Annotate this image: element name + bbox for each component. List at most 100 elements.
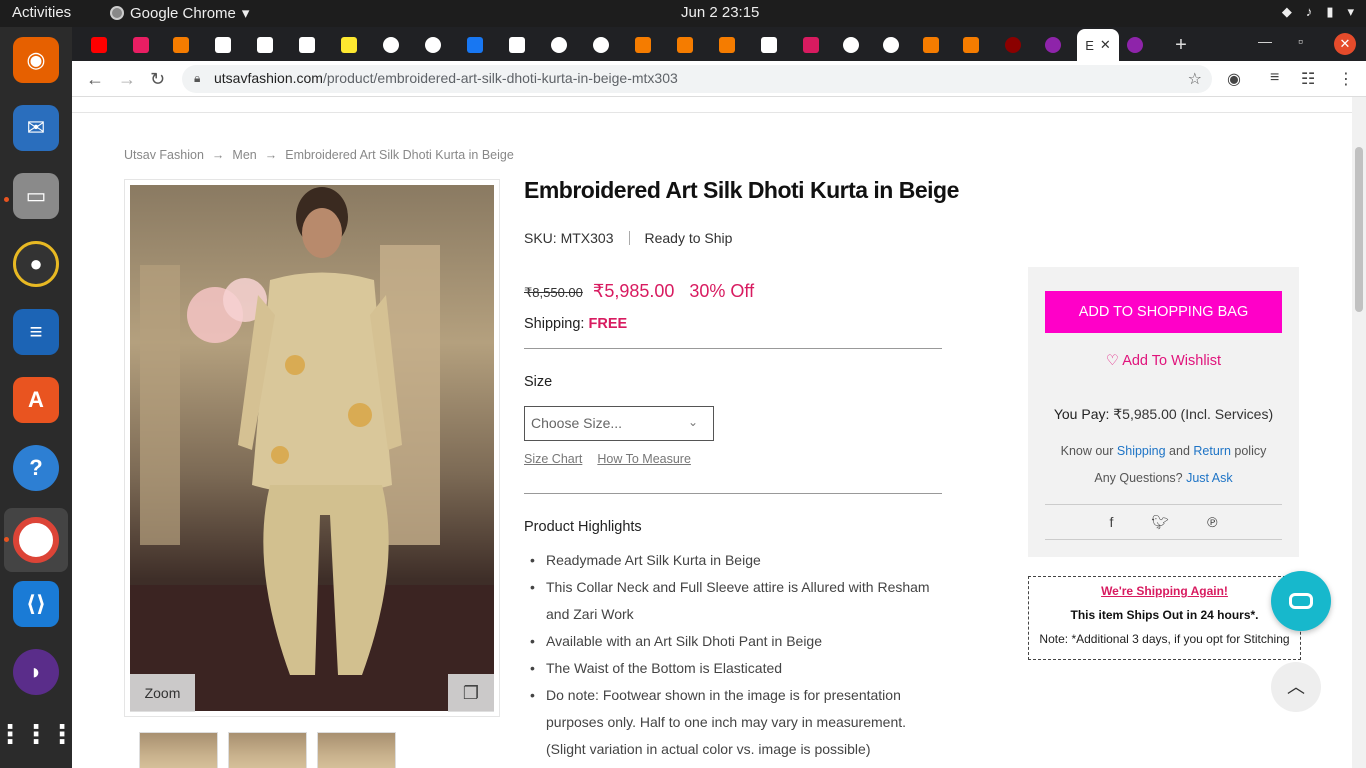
how-to-measure-link[interactable]: How To Measure (597, 452, 691, 466)
gallery-cards-icon[interactable]: ❐ (448, 674, 494, 712)
back-icon[interactable]: ← (86, 69, 104, 90)
breadcrumb-men[interactable]: Men (232, 148, 256, 162)
tab-amazon-1[interactable] (206, 33, 240, 57)
product-title: Embroidered Art Silk Dhoti Kurta in Beig… (524, 177, 959, 203)
minimize-icon[interactable]: — (1258, 33, 1272, 49)
tab-amazon-2[interactable] (248, 33, 282, 57)
wishlist-link[interactable]: ♡ Add To Wishlist (1028, 353, 1299, 369)
highlights-title: Product Highlights (524, 519, 642, 535)
tab-utsav-3[interactable] (668, 33, 702, 57)
help-icon[interactable]: ? (13, 445, 59, 491)
google-icon (843, 37, 859, 53)
software-center-icon[interactable]: A (13, 377, 59, 423)
return-link[interactable]: Return (1193, 444, 1231, 458)
shipping-note: Note: *Additional 3 days, if you opt for… (1039, 632, 1290, 646)
thumbnail-3[interactable] (317, 732, 396, 768)
profile-icon[interactable]: ◉ (1227, 69, 1241, 89)
media-icon[interactable]: ≡ (1270, 69, 1279, 87)
add-to-bag-button[interactable]: ADD TO SHOPPING BAG (1045, 291, 1282, 333)
facebook-icon (467, 37, 483, 53)
tab-utsav-4[interactable] (710, 33, 744, 57)
breadcrumb-home[interactable]: Utsav Fashion (124, 148, 204, 162)
policy-text: Know our (1060, 444, 1114, 458)
system-tray[interactable]: ◆ ♪ ▮ ▾ (1282, 4, 1354, 20)
bookmark-star-icon[interactable]: ☆ (1188, 69, 1202, 89)
tab-google-2[interactable] (416, 33, 450, 57)
firefox-icon[interactable]: ◉ (13, 37, 59, 83)
breadcrumb-separator: → (264, 148, 278, 162)
maximize-icon[interactable]: ▫ (1298, 33, 1303, 49)
rhythmbox-icon[interactable]: ● (13, 241, 59, 287)
tab-google-4[interactable] (584, 33, 618, 57)
address-bar[interactable]: 🔒︎ utsavfashion.com/product/embroidered-… (182, 65, 1212, 93)
tab-utsav-5[interactable] (914, 33, 948, 57)
chat-button[interactable] (1271, 571, 1331, 631)
files-icon[interactable]: ▭ (13, 173, 59, 219)
activities-button[interactable]: Activities (12, 4, 71, 21)
policy-line: Know our Shipping and Return policy (1028, 444, 1299, 458)
tab-facebook[interactable] (458, 33, 492, 57)
thumbnail-2[interactable] (228, 732, 307, 768)
scroll-to-top-button[interactable]: ︿ (1271, 662, 1321, 712)
tab-flipkart[interactable] (332, 33, 366, 57)
buy-box: ADD TO SHOPPING BAG ♡ Add To Wishlist Yo… (1028, 267, 1299, 557)
tab-utsav-6[interactable] (954, 33, 988, 57)
new-tab-button[interactable]: + (1164, 33, 1198, 57)
scrollbar-thumb[interactable] (1355, 147, 1363, 312)
tab-utsav-2[interactable] (626, 33, 660, 57)
tab-site-2[interactable] (1036, 33, 1070, 57)
twitter-icon[interactable]: 🐦︎ (1151, 514, 1169, 531)
size-chart-link[interactable]: Size Chart (524, 452, 582, 466)
price-row: ₹8,550.00 ₹5,985.00 30% Off (524, 281, 754, 302)
running-indicator (4, 537, 9, 542)
tab-strip: E ✕ + — ▫ ✕ (72, 27, 1366, 61)
shipping-link[interactable]: Shipping (1117, 444, 1166, 458)
tab-jd[interactable] (500, 33, 534, 57)
extensions-icon[interactable]: ☷ (1301, 69, 1315, 89)
tab-active[interactable]: E ✕ (1077, 29, 1119, 61)
shipping-headline[interactable]: We're Shipping Again! (1029, 584, 1300, 598)
highlights-list: Readymade Art Silk Kurta in Beige This C… (524, 547, 944, 763)
podcast-icon[interactable]: ◗ (13, 649, 59, 695)
just-ask-link[interactable]: Just Ask (1186, 471, 1233, 485)
apps-grid-icon[interactable]: ⋮⋮⋮ (0, 711, 75, 757)
pinterest-icon[interactable]: ℗ (1207, 514, 1217, 530)
clock[interactable]: Jun 2 23:15 (681, 4, 759, 21)
chrome-icon (110, 6, 124, 20)
close-window-icon[interactable]: ✕ (1334, 33, 1356, 55)
close-tab-icon[interactable]: ✕ (1100, 37, 1111, 53)
list-item: This Collar Neck and Full Sleeve attire … (524, 574, 944, 628)
thunderbird-icon[interactable]: ✉ (13, 105, 59, 151)
you-pay-label: You Pay: (1053, 406, 1110, 422)
forward-icon[interactable]: → (118, 69, 136, 90)
writer-icon[interactable]: ≡ (13, 309, 59, 355)
tab-youtube[interactable] (82, 33, 116, 57)
thumbnail-1[interactable] (139, 732, 218, 768)
facebook-icon[interactable]: f (1110, 514, 1114, 530)
reload-icon[interactable]: ↻ (150, 69, 165, 90)
page-scrollbar[interactable] (1352, 97, 1366, 768)
you-pay-value: ₹5,985.00 (Incl. Services) (1113, 406, 1274, 422)
sku-label: SKU: (524, 230, 557, 246)
menu-icon[interactable]: ⋮ (1338, 69, 1354, 89)
zoom-button[interactable]: Zoom (130, 674, 195, 712)
tab-site-1[interactable] (996, 33, 1030, 57)
tab-amazon-3[interactable] (290, 33, 324, 57)
app-name: Google Chrome (130, 4, 236, 22)
tab-google-1[interactable] (374, 33, 408, 57)
chrome-dock-icon[interactable] (13, 517, 59, 563)
app-menu[interactable]: Google Chrome ▾ (110, 4, 249, 22)
tab-utsav-1[interactable] (164, 33, 198, 57)
shipping-notice: We're Shipping Again! This item Ships Ou… (1028, 576, 1301, 660)
tab-site-3[interactable] (1118, 33, 1152, 57)
product-main-image[interactable] (130, 185, 494, 711)
tab-bewakoof[interactable] (752, 33, 786, 57)
lock-icon: 🔒︎ (194, 71, 201, 85)
vscode-icon[interactable]: ⟨⟩ (13, 581, 59, 627)
tab-google-5[interactable] (834, 33, 868, 57)
tab-jabong[interactable] (794, 33, 828, 57)
tab-google-3[interactable] (542, 33, 576, 57)
size-select[interactable]: Choose Size... ⌄ (524, 406, 714, 441)
tab-google-6[interactable] (874, 33, 908, 57)
tab-myntra[interactable] (124, 33, 158, 57)
